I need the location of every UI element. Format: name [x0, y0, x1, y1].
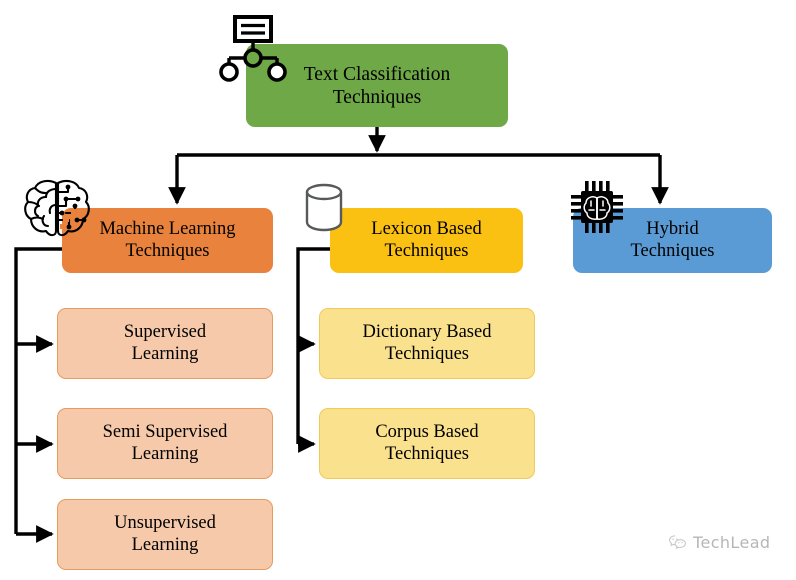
node-supervised-learning[interactable]: Supervised Learning — [57, 308, 273, 379]
watermark: TechLead — [668, 533, 770, 552]
node-label: Machine Learning Techniques — [99, 218, 236, 261]
node-corpus-based-techniques[interactable]: Corpus Based Techniques — [319, 408, 535, 479]
diagram-canvas: Text Classification Techniques Machine L… — [0, 0, 796, 580]
brain-circuit-icon — [24, 179, 90, 237]
node-dictionary-based-techniques[interactable]: Dictionary Based Techniques — [319, 308, 535, 379]
org-chart-icon — [219, 15, 287, 82]
ai-chip-brain-icon — [571, 181, 623, 233]
node-semi-supervised-learning[interactable]: Semi Supervised Learning — [57, 408, 273, 479]
node-label: Corpus Based Techniques — [375, 421, 479, 464]
node-lexicon-based-techniques[interactable]: Lexicon Based Techniques — [330, 208, 523, 273]
database-cylinder-icon — [305, 183, 343, 232]
node-label: Unsupervised Learning — [114, 512, 216, 555]
node-label: Lexicon Based Techniques — [371, 218, 482, 261]
wechat-logo-icon — [669, 535, 686, 550]
node-label: Dictionary Based Techniques — [362, 321, 492, 364]
node-label: Semi Supervised Learning — [102, 421, 228, 464]
node-unsupervised-learning[interactable]: Unsupervised Learning — [57, 499, 273, 570]
watermark-text: TechLead — [693, 533, 771, 552]
node-label: Supervised Learning — [123, 321, 207, 364]
edge-ml-spine — [14, 247, 62, 534]
